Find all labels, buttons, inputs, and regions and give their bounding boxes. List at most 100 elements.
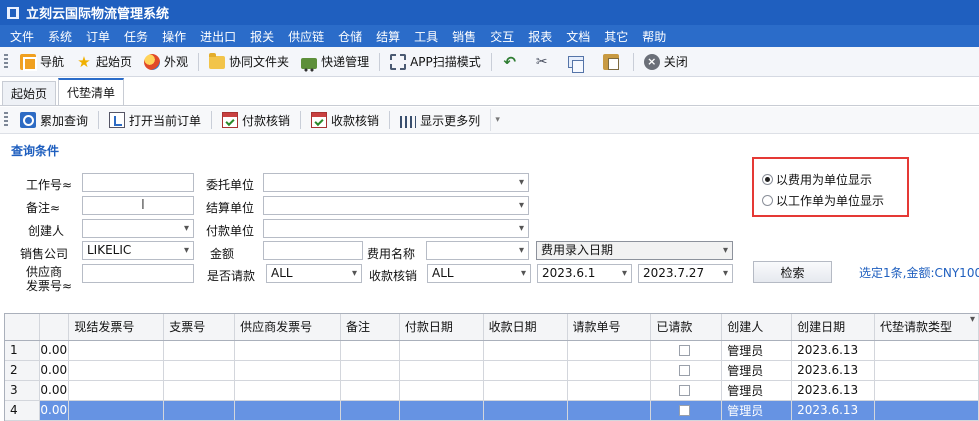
supplier-invoice-input[interactable] [82,264,194,283]
receipt-writeoff-select[interactable]: ALL [427,264,531,283]
table-row[interactable]: 1 0.00 管理员 2023.6.13 [5,340,979,361]
close-button[interactable]: × 关闭 [638,50,694,74]
table-cell [483,340,568,361]
table-cell [163,400,236,421]
receipt-writeoff-label: 收款核销 [331,113,380,128]
sub-toolbar: 累加查询 打开当前订单 付款核销 收款核销 显示更多列 ▾ [0,107,979,134]
column-header-request-no[interactable]: 请款单号 [567,314,652,341]
amount-input[interactable] [263,241,363,260]
table-cell [567,340,652,361]
menu-file[interactable]: 文件 [10,28,34,45]
date-to-picker[interactable]: 2023.7.27 [638,264,733,283]
menu-system[interactable]: 系统 [48,28,72,45]
toolbar-grip-icon[interactable] [4,53,8,70]
appearance-icon [144,53,161,70]
requested-checkbox[interactable] [679,345,691,356]
row-number: 2 [5,360,41,381]
remark-input[interactable] [82,196,194,215]
express-label: 快递管理 [321,55,370,69]
payer-select[interactable] [263,219,529,238]
search-button[interactable]: 检索 [753,261,832,283]
requested-select[interactable]: ALL [266,264,362,283]
open-order-button[interactable]: 打开当前订单 [103,108,207,132]
remark-label: 备注≈ [26,201,61,215]
undo-button[interactable]: ↶ [496,50,528,74]
paste-button[interactable] [597,50,629,74]
column-header-remark[interactable]: 备注 [340,314,400,341]
fee-name-select[interactable] [426,241,529,260]
scissors-icon: ✂ [535,53,548,70]
table-row[interactable]: 3 0.00 管理员 2023.6.13 [5,380,979,401]
menu-documents[interactable]: 文档 [566,28,590,45]
table-cell [399,340,484,361]
table-cell [483,360,568,381]
display-by-fee-option[interactable]: 以费用为单位显示 [762,171,872,188]
copy-button[interactable] [560,50,597,74]
nav-button[interactable]: 导航 [14,50,70,74]
column-header-payment-date[interactable]: 付款日期 [399,314,484,341]
column-header-receipt-date[interactable]: 收款日期 [483,314,568,341]
menu-reports[interactable]: 报表 [528,28,552,45]
table-cell [874,400,979,421]
express-button[interactable]: 快递管理 [295,50,375,74]
show-more-columns-button[interactable]: 显示更多列 [394,108,486,132]
tab-home[interactable]: 起始页 [2,81,57,105]
radio-by-fee[interactable] [762,174,773,185]
table-cell [234,380,341,401]
menu-customs[interactable]: 报关 [250,28,274,45]
toolbar-grip-icon[interactable] [4,112,8,128]
menu-warehouse[interactable]: 仓储 [338,28,362,45]
shared-folder-button[interactable]: 协同文件夹 [203,50,295,74]
menu-settlement[interactable]: 结算 [376,28,400,45]
table-cell [874,380,979,401]
accumulate-query-button[interactable]: 累加查询 [14,108,94,132]
column-header-check-no[interactable]: 支票号 [163,314,236,341]
date-from-picker[interactable]: 2023.6.1 [537,264,632,283]
menu-operation[interactable]: 操作 [162,28,186,45]
settle-unit-select[interactable] [263,196,529,215]
menu-tools[interactable]: 工具 [414,28,438,45]
created-date-cell: 2023.6.13 [791,360,876,381]
toolbar-overflow-dropdown[interactable]: ▾ [490,109,504,131]
creator-cell: 管理员 [721,400,793,421]
date-type-select[interactable]: 费用录入日期 [536,241,733,260]
menu-other[interactable]: 其它 [604,28,628,45]
table-row-selected[interactable]: 4 0.00 管理员 2023.6.13 [5,400,979,421]
job-no-input[interactable] [82,173,194,192]
menu-interaction[interactable]: 交互 [490,28,514,45]
created-date-cell: 2023.6.13 [791,380,876,401]
payment-writeoff-button[interactable]: 付款核销 [216,108,296,132]
app-scan-button[interactable]: APP扫描模式 [384,50,487,74]
receipt-writeoff-button[interactable]: 收款核销 [305,108,385,132]
app-title: 立刻云国际物流管理系统 [26,7,170,22]
cut-button[interactable]: ✂ [528,50,560,74]
table-row[interactable]: 2 0.00 管理员 2023.6.13 [5,360,979,381]
column-header-supplier-invoice[interactable]: 供应商发票号 [234,314,341,341]
appearance-button[interactable]: 外观 [138,50,194,74]
column-header-created-date[interactable]: 创建日期 [791,314,876,341]
menu-sales[interactable]: 销售 [452,28,476,45]
column-header-creator[interactable]: 创建人 [721,314,793,341]
menu-help[interactable]: 帮助 [642,28,666,45]
requested-checkbox[interactable] [679,385,691,396]
table-cell [567,400,652,421]
column-header-requested[interactable]: 已请款 [650,314,723,341]
tab-advance-list[interactable]: 代垫清单 [58,78,125,105]
column-header-request-type[interactable]: 代垫请款类型 [874,314,979,341]
creator-select[interactable] [82,219,194,238]
home-button[interactable]: ★ 起始页 [70,50,138,74]
toolbar-divider [300,111,302,129]
radio-by-job[interactable] [762,195,773,206]
menu-import-export[interactable]: 进出口 [200,28,236,45]
column-header-cash-invoice[interactable]: 现结发票号 [68,314,165,341]
menu-supply-chain[interactable]: 供应链 [288,28,324,45]
column-header-amount[interactable] [39,314,70,341]
client-select[interactable] [263,173,529,192]
sales-company-select[interactable]: LIKELIC [82,241,194,260]
menu-order[interactable]: 订单 [86,28,110,45]
requested-checkbox[interactable] [679,365,691,376]
display-by-job-option[interactable]: 以工作单为单位显示 [762,192,884,209]
requested-checkbox[interactable] [679,405,691,416]
undo-icon: ↶ [503,52,517,71]
menu-task[interactable]: 任务 [124,28,148,45]
